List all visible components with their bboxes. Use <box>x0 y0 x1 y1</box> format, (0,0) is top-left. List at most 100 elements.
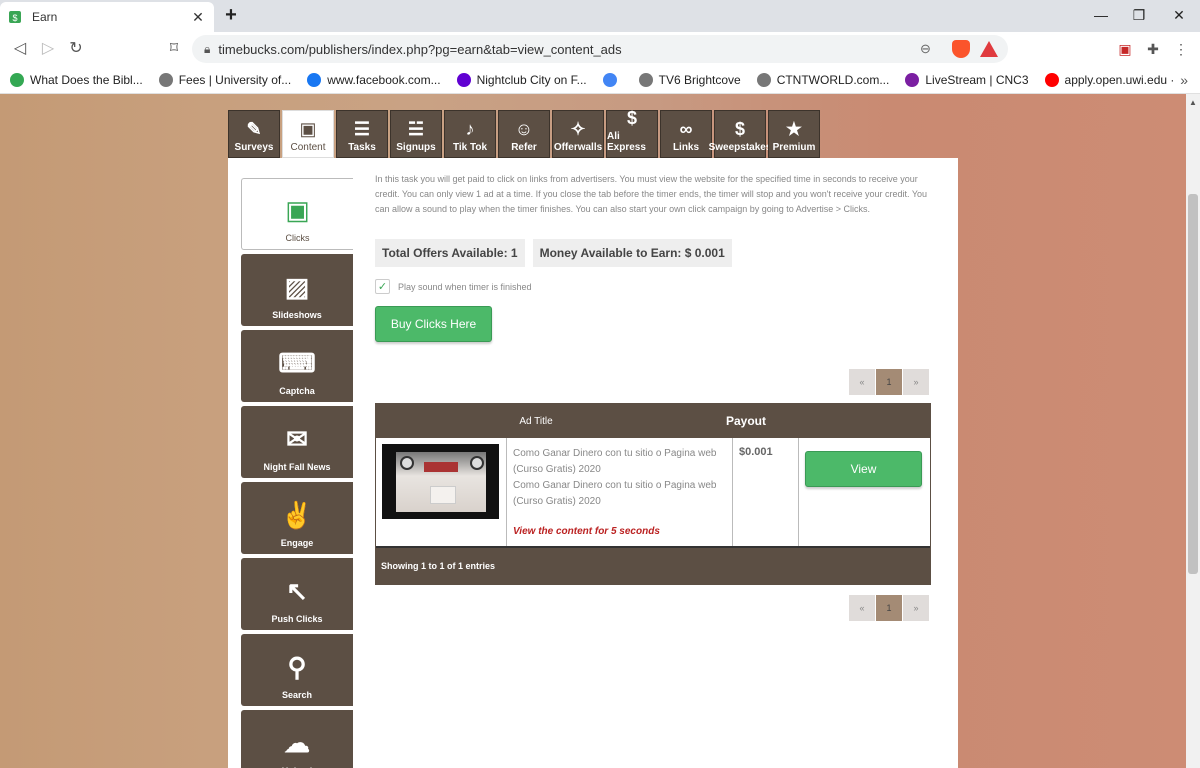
tab-label: Content <box>290 142 326 153</box>
brave-shield-icon[interactable] <box>952 40 970 58</box>
page-scrollbar[interactable]: ▲ <box>1186 94 1200 768</box>
ad-title-text-2: Como Ganar Dinero con tu sitio o Pagina … <box>513 480 717 507</box>
view-ad-button[interactable]: View <box>805 451 922 487</box>
url-text[interactable]: timebucks.com/publishers/index.php?pg=ea… <box>218 42 920 57</box>
bookmark-favicon-icon <box>1044 72 1059 87</box>
bookmark-item[interactable]: What Does the Bibl... <box>10 72 143 87</box>
pager-prev-button[interactable]: « <box>849 369 875 395</box>
tab-sweepstakes[interactable]: $ Sweepstakes <box>709 110 771 158</box>
content-ad-icon: ▣ <box>299 119 317 139</box>
menu-kebab-icon[interactable]: ⋮ <box>1170 38 1192 60</box>
signups-icon: ☱ <box>407 119 425 139</box>
browser-tab[interactable]: $ Earn ✕ <box>0 2 214 32</box>
cursor-click-icon: ↖ <box>286 576 308 606</box>
new-tab-button[interactable]: + <box>220 5 242 27</box>
clipboard-pencil-icon: ✎ <box>246 119 262 139</box>
tab-label: Surveys <box>234 142 274 153</box>
bookmark-item[interactable]: Fees | University of... <box>158 72 291 87</box>
bookmark-item[interactable]: CTNTWORLD.com... <box>756 72 890 87</box>
bookmarks-overflow-icon[interactable]: » <box>1180 72 1188 88</box>
side-item-night-fall-news[interactable]: ✉ Night Fall News <box>241 406 353 478</box>
ad-timer-note: View the content for 5 seconds <box>513 526 660 537</box>
ad-thumbnail-cell <box>376 438 507 546</box>
table-footer: Showing 1 to 1 of 1 entries <box>376 546 930 584</box>
pager-next-button[interactable]: » <box>903 369 929 395</box>
zoom-icon[interactable]: ⊖ <box>920 41 942 57</box>
pagination-top: « 1 » <box>848 369 929 395</box>
back-arrow-icon[interactable]: ◁ <box>8 38 32 60</box>
col-payout[interactable]: Payout <box>706 414 786 428</box>
side-item-push-clicks[interactable]: ↖ Push Clicks <box>241 558 353 630</box>
buy-clicks-button[interactable]: Buy Clicks Here <box>375 306 492 342</box>
side-item-label: Engage <box>280 538 314 548</box>
tab-tasks[interactable]: ☰ Tasks <box>336 110 388 158</box>
bookmark-label: CTNTWORLD.com... <box>776 72 890 87</box>
bookmark-favicon-icon <box>602 72 617 87</box>
tab-surveys[interactable]: ✎ Surveys <box>228 110 280 158</box>
tab-title: Earn <box>32 10 58 24</box>
bookmark-favicon-icon <box>10 72 24 87</box>
tab-tik-tok[interactable]: ♪ Tik Tok <box>444 110 496 158</box>
tab-ali-express[interactable]: $ Ali Express <box>606 108 658 158</box>
pager-page-button[interactable]: 1 <box>876 595 902 621</box>
side-item-captcha[interactable]: ⌨ Captcha <box>241 330 353 402</box>
col-ad-title[interactable]: Ad Title <box>376 416 696 427</box>
bookmark-label: LiveStream | CNC3 <box>925 72 1029 87</box>
bookmark-favicon-icon <box>756 72 771 87</box>
tab-label: Sweepstakes <box>708 142 772 153</box>
tab-links[interactable]: ∞ Links <box>660 110 712 158</box>
side-item-clicks[interactable]: ▣ Clicks <box>241 178 353 250</box>
money-bag-icon: $ <box>734 119 745 139</box>
minimize-button[interactable]: — <box>1086 4 1116 26</box>
tab-content[interactable]: ▣ Content <box>282 110 334 158</box>
brave-rewards-icon[interactable] <box>980 41 998 57</box>
pager-next-button[interactable]: » <box>903 595 929 621</box>
scrollbar-thumb[interactable] <box>1188 194 1198 574</box>
pager-page-button[interactable]: 1 <box>876 369 902 395</box>
ad-thumbnail-image <box>382 444 499 519</box>
svg-text:$: $ <box>12 13 17 23</box>
ads-table: Ad Title Payout Como Ganar Dinero con tu… <box>375 403 931 585</box>
bookmark-label: www.facebook.com... <box>327 72 441 87</box>
bookmark-item[interactable]: www.facebook.com... <box>307 72 441 87</box>
tab-premium[interactable]: ★ Premium <box>768 110 820 158</box>
bookmark-item[interactable]: TV6 Brightcove <box>638 72 741 87</box>
link-icon: ∞ <box>679 119 693 139</box>
search-icon: ⚲ <box>287 652 307 682</box>
tab-refer[interactable]: ☺ Refer <box>498 110 550 158</box>
maximize-button[interactable]: ❐ <box>1124 4 1154 26</box>
tab-offerwalls[interactable]: ✧ Offerwalls <box>552 110 604 158</box>
tab-label: Tik Tok <box>452 142 488 153</box>
address-bar[interactable]: 🔒︎ timebucks.com/publishers/index.php?pg… <box>192 35 1008 63</box>
side-item-engage[interactable]: ✌ Engage <box>241 482 353 554</box>
bookmark-item[interactable]: apply.open.uwi.edu · <box>1044 72 1174 87</box>
side-item-search[interactable]: ⚲ Search <box>241 634 353 706</box>
timebucks-favicon-icon: $ <box>8 10 22 24</box>
total-offers-badge: Total Offers Available: 1 <box>375 239 525 267</box>
bookmark-icon[interactable]: ⌑ <box>162 38 186 60</box>
reload-icon[interactable]: ↻ <box>64 38 88 60</box>
bookmark-item[interactable]: LiveStream | CNC3 <box>905 72 1029 87</box>
browser-tab-strip: $ Earn ✕ + — ❐ ✕ <box>0 0 1200 32</box>
extension-icon[interactable]: ▣ <box>1114 38 1136 60</box>
play-sound-option[interactable]: ✓ Play sound when timer is finished <box>375 279 931 294</box>
bookmark-item[interactable]: Nightclub City on F... <box>456 72 587 87</box>
dollar-coin-icon: $ <box>626 108 637 128</box>
tab-label: Offerwalls <box>553 142 603 153</box>
content-side-menu: ▣ Clicks ▨ Slideshows ⌨ Captcha ✉ Night Fall Ne… <box>241 178 353 768</box>
scroll-up-icon[interactable]: ▲ <box>1189 98 1197 107</box>
pager-prev-button[interactable]: « <box>849 595 875 621</box>
tab-label: Signups <box>396 142 436 153</box>
checkmark-icon[interactable]: ✓ <box>375 279 390 294</box>
puzzle-extensions-icon[interactable]: ✚ <box>1142 38 1164 60</box>
forward-arrow-icon[interactable]: ▷ <box>36 38 60 60</box>
tab-close-icon[interactable]: ✕ <box>190 9 206 26</box>
tab-signups[interactable]: ☱ Signups <box>390 110 442 158</box>
side-item-slideshows[interactable]: ▨ Slideshows <box>241 254 353 326</box>
bookmark-label: What Does the Bibl... <box>30 72 143 87</box>
window-close-button[interactable]: ✕ <box>1164 4 1194 26</box>
tab-label: Refer <box>511 142 537 153</box>
side-item-upload[interactable]: ☁Upload <box>241 710 353 768</box>
bookmark-item[interactable] <box>602 72 623 87</box>
captcha-icon: ⌨ <box>278 348 316 378</box>
